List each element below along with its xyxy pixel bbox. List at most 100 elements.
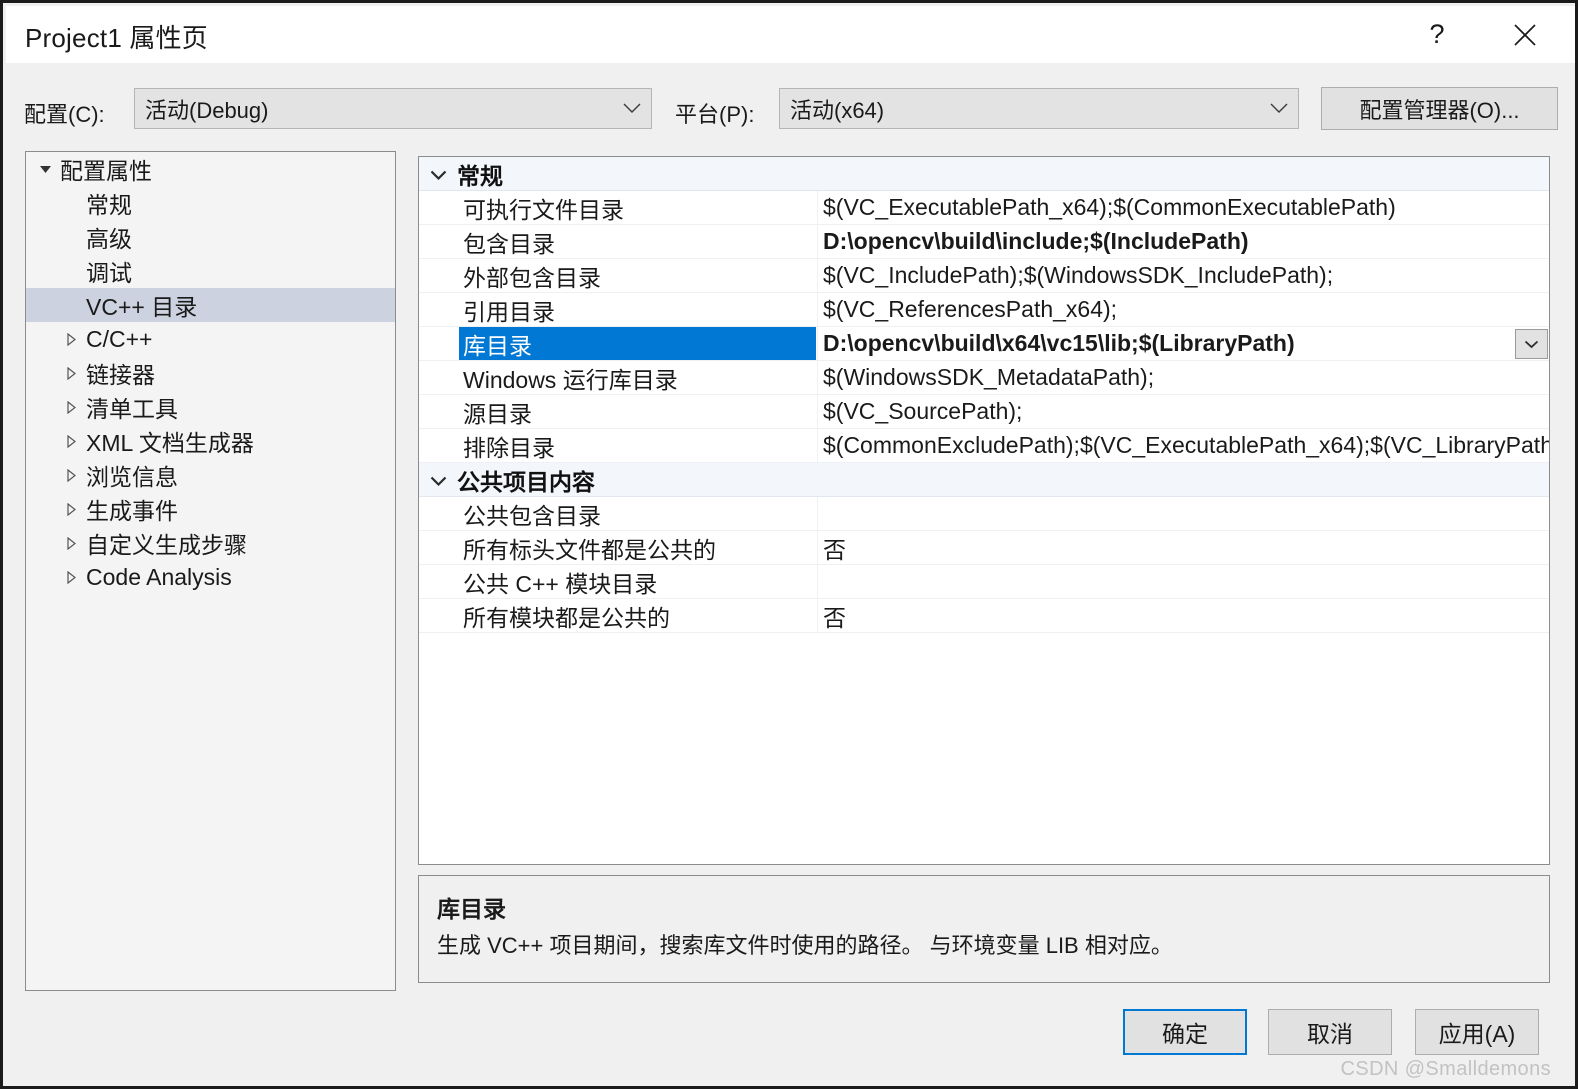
property-value[interactable]: D:\opencv\build\x64\vc15\lib;$(LibraryPa…: [817, 327, 1549, 360]
property-value[interactable]: $(VC_IncludePath);$(WindowsSDK_IncludePa…: [817, 259, 1549, 292]
tree-item-label: 链接器: [86, 362, 155, 388]
property-value[interactable]: $(VC_ReferencesPath_x64);: [817, 293, 1549, 326]
grid-category-row[interactable]: 公共项目内容: [419, 463, 1549, 497]
grid-property-row[interactable]: 库目录 D:\opencv\build\x64\vc15\lib;$(Librar…: [419, 327, 1549, 361]
property-name: 外部包含目录: [463, 264, 601, 291]
tree-item-11[interactable]: 自定义生成步骤: [26, 526, 395, 560]
configuration-dropdown[interactable]: 活动(Debug): [134, 88, 652, 129]
triangle-right-icon[interactable]: [58, 332, 84, 346]
triangle-right-icon[interactable]: [58, 570, 84, 584]
grid-property-row[interactable]: 排除目录 $(CommonExcludePath);$(VC_Executable…: [419, 429, 1549, 463]
configuration-value: 活动(Debug): [145, 97, 269, 123]
property-grid[interactable]: 常规可执行文件目录 $(VC_ExecutablePath_x64);$(Comm…: [418, 156, 1550, 865]
grid-category-row[interactable]: 常规: [419, 157, 1549, 191]
property-value[interactable]: $(WindowsSDK_MetadataPath);: [817, 361, 1549, 394]
chevron-down-icon[interactable]: [419, 473, 457, 487]
grid-property-row[interactable]: 所有模块都是公共的 否: [419, 599, 1549, 633]
chevron-down-icon: [1260, 103, 1298, 114]
grid-property-row[interactable]: Windows 运行库目录 $(WindowsSDK_MetadataPath);: [419, 361, 1549, 395]
platform-value: 活动(x64): [790, 97, 885, 123]
property-name: Windows 运行库目录: [463, 366, 678, 393]
tree-item-4[interactable]: VC++ 目录: [26, 288, 395, 322]
grid-property-row[interactable]: 源目录 $(VC_SourcePath);: [419, 395, 1549, 429]
tree-item-9[interactable]: 浏览信息: [26, 458, 395, 492]
property-name: 包含目录: [463, 230, 555, 257]
triangle-right-icon[interactable]: [58, 434, 84, 448]
chevron-down-icon[interactable]: [419, 167, 457, 181]
tree-item-1[interactable]: 常规: [26, 186, 395, 220]
tree-item-label: Code Analysis: [86, 563, 232, 590]
property-name: 可执行文件目录: [463, 196, 624, 223]
platform-label: 平台(P):: [675, 102, 755, 127]
tree-item-12[interactable]: Code Analysis: [26, 560, 395, 594]
property-name: 源目录: [463, 400, 532, 427]
tree-item-3[interactable]: 调试: [26, 254, 395, 288]
triangle-right-icon[interactable]: [58, 502, 84, 516]
tree-item-label: VC++ 目录: [86, 294, 198, 320]
tree-item-label: 配置属性: [60, 158, 152, 184]
tree-item-label: 清单工具: [86, 396, 178, 422]
property-value[interactable]: [817, 497, 1549, 530]
triangle-down-icon[interactable]: [32, 163, 58, 176]
tree-item-6[interactable]: 链接器: [26, 356, 395, 390]
property-value[interactable]: $(VC_ExecutablePath_x64);$(CommonExecuta…: [817, 191, 1549, 224]
tree-item-label: 生成事件: [86, 498, 178, 524]
triangle-right-icon[interactable]: [58, 468, 84, 482]
grid-property-row[interactable]: 外部包含目录 $(VC_IncludePath);$(WindowsSDK_Inc…: [419, 259, 1549, 293]
property-name: 公共 C++ 模块目录: [463, 570, 658, 597]
platform-dropdown[interactable]: 活动(x64): [779, 88, 1299, 129]
grid-property-row[interactable]: 公共 C++ 模块目录: [419, 565, 1549, 599]
chevron-down-icon: [613, 103, 651, 114]
property-value[interactable]: $(CommonExcludePath);$(VC_ExecutablePath…: [817, 429, 1549, 462]
description-title: 库目录: [437, 896, 506, 922]
property-name: 所有标头文件都是公共的: [463, 536, 716, 563]
tree-item-label: 浏览信息: [86, 464, 178, 490]
triangle-right-icon[interactable]: [58, 400, 84, 414]
grid-property-row[interactable]: 公共包含目录: [419, 497, 1549, 531]
tree-item-label: 高级: [86, 226, 132, 252]
question-mark-icon: ?: [1429, 19, 1445, 49]
ok-button[interactable]: 确定: [1123, 1009, 1247, 1055]
triangle-right-icon[interactable]: [58, 366, 84, 380]
property-name: 库目录: [459, 327, 816, 360]
description-panel: 库目录 生成 VC++ 项目期间，搜索库文件时使用的路径。 与环境变量 LIB …: [418, 875, 1550, 983]
watermark: CSDN @Smalldemons: [1340, 1058, 1551, 1080]
tree-item-10[interactable]: 生成事件: [26, 492, 395, 526]
configuration-manager-button[interactable]: 配置管理器(O)...: [1321, 87, 1558, 130]
tree-item-8[interactable]: XML 文档生成器: [26, 424, 395, 458]
help-button[interactable]: ?: [1406, 6, 1468, 63]
property-value[interactable]: 否: [817, 531, 1549, 564]
configuration-tree[interactable]: 配置属性常规高级调试 VC++ 目录 C/C++ 链接器清单工具 XML 文档生成器浏览…: [25, 151, 396, 991]
tree-item-2[interactable]: 高级: [26, 220, 395, 254]
tree-item-label: C/C++: [86, 325, 153, 352]
close-button[interactable]: [1494, 6, 1556, 63]
description-body: 生成 VC++ 项目期间，搜索库文件时使用的路径。 与环境变量 LIB 相对应。: [437, 933, 1173, 958]
grid-property-row[interactable]: 可执行文件目录 $(VC_ExecutablePath_x64);$(Common…: [419, 191, 1549, 225]
tree-item-label: 常规: [86, 192, 132, 218]
cancel-button[interactable]: 取消: [1268, 1009, 1392, 1055]
property-name: 引用目录: [463, 298, 555, 325]
property-value[interactable]: [817, 565, 1549, 598]
property-value[interactable]: D:\opencv\build\include;$(IncludePath): [817, 225, 1549, 258]
property-pages-dialog: Project1 属性页 ? 配置(C): 活动(Debug) 平台(P): 活…: [0, 0, 1578, 1089]
property-name: 排除目录: [463, 434, 555, 461]
tree-item-7[interactable]: 清单工具: [26, 390, 395, 424]
apply-button[interactable]: 应用(A): [1415, 1009, 1539, 1055]
triangle-right-icon[interactable]: [58, 536, 84, 550]
window-title: Project1 属性页: [25, 23, 209, 53]
grid-property-row[interactable]: 引用目录 $(VC_ReferencesPath_x64);: [419, 293, 1549, 327]
configuration-label: 配置(C):: [24, 102, 105, 127]
close-icon: [1512, 22, 1538, 48]
grid-property-row[interactable]: 所有标头文件都是公共的 否: [419, 531, 1549, 565]
grid-category-label: 公共项目内容: [457, 468, 595, 495]
tree-item-5[interactable]: C/C++: [26, 322, 395, 356]
title-bar: Project1 属性页 ?: [6, 6, 1575, 63]
property-name: 所有模块都是公共的: [463, 604, 670, 631]
property-value[interactable]: $(VC_SourcePath);: [817, 395, 1549, 428]
grid-property-row[interactable]: 包含目录 D:\opencv\build\include;$(IncludePat…: [419, 225, 1549, 259]
property-value[interactable]: 否: [817, 599, 1549, 632]
tree-item-0[interactable]: 配置属性: [26, 152, 395, 186]
value-dropdown-button[interactable]: [1515, 329, 1548, 359]
grid-category-label: 常规: [457, 162, 503, 189]
tree-item-label: 调试: [86, 260, 132, 286]
